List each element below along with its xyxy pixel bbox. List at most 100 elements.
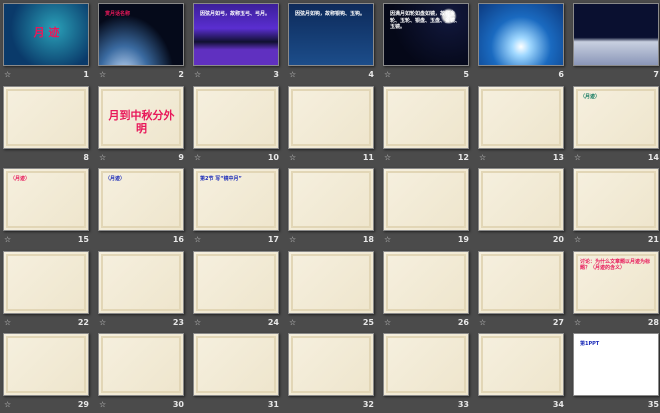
slide-thumbnail-23[interactable]: ☆ 23 — [98, 250, 186, 331]
slide-meta: ☆ 17 — [193, 235, 279, 247]
slide-thumbnail-19[interactable]: ☆ 19 — [383, 168, 471, 248]
slide-preview[interactable]: 讨论：为什么文章题以月迹为标题？（月迹的含义） — [573, 250, 659, 314]
slide-preview[interactable] — [193, 85, 279, 149]
animation-star-icon[interactable]: ☆ — [289, 235, 296, 244]
slide-thumbnail-5[interactable]: 因满月如轮如盘如镜，故称金轮、玉轮、银盘、玉盘、金镜、玉镜。 ☆ 5 — [383, 3, 471, 83]
slide-preview[interactable] — [383, 250, 469, 314]
animation-star-icon[interactable]: ☆ — [384, 153, 391, 162]
slide-number: 7 — [653, 70, 659, 79]
slide-thumbnail-22[interactable]: ☆ 22 — [3, 250, 91, 331]
animation-star-icon[interactable]: ☆ — [384, 235, 391, 244]
slide-preview[interactable]: 因弦月如弓，故称玉弓、弓月。 — [193, 3, 279, 66]
animation-star-icon[interactable]: ☆ — [99, 400, 106, 409]
slide-preview[interactable] — [478, 3, 564, 66]
slide-preview[interactable] — [288, 85, 374, 149]
slide-preview[interactable] — [478, 168, 564, 231]
slide-preview[interactable] — [288, 168, 374, 231]
slide-preview[interactable] — [478, 85, 564, 149]
slide-thumbnail-21[interactable]: ☆ 21 — [573, 168, 660, 248]
animation-star-icon[interactable]: ☆ — [574, 318, 581, 327]
animation-star-icon[interactable]: ☆ — [194, 235, 201, 244]
slide-thumbnail-7[interactable]: 7 — [573, 3, 660, 83]
slide-preview[interactable] — [478, 250, 564, 314]
slide-thumbnail-3[interactable]: 因弦月如弓，故称玉弓、弓月。 ☆ 3 — [193, 3, 281, 83]
animation-star-icon[interactable]: ☆ — [194, 153, 201, 162]
slide-preview[interactable]: （月迹） — [573, 85, 659, 149]
slide-thumbnail-9[interactable]: 月到中秋分外明 ☆ 9 — [98, 85, 186, 166]
slide-preview[interactable] — [573, 168, 659, 231]
slide-preview[interactable] — [288, 250, 374, 314]
slide-thumbnail-18[interactable]: ☆ 18 — [288, 168, 376, 248]
slide-thumbnail-15[interactable]: （月迹） ☆ 15 — [3, 168, 91, 248]
slide-preview[interactable]: 因弦月如钩，故称银钩、玉钩。 — [288, 3, 374, 66]
slide-preview[interactable] — [193, 333, 279, 396]
slide-thumbnail-10[interactable]: ☆ 10 — [193, 85, 281, 166]
animation-star-icon[interactable]: ☆ — [289, 318, 296, 327]
slide-thumbnail-11[interactable]: ☆ 11 — [288, 85, 376, 166]
slide-thumbnail-30[interactable]: ☆ 30 — [98, 333, 186, 413]
slide-preview[interactable] — [98, 250, 184, 314]
slide-preview[interactable]: （月迹） — [3, 168, 89, 231]
slide-preview[interactable]: （月迹） — [98, 168, 184, 231]
animation-star-icon[interactable]: ☆ — [4, 70, 11, 79]
animation-star-icon[interactable]: ☆ — [4, 400, 11, 409]
slide-thumbnail-17[interactable]: 第2节 写“镜中月” ☆ 17 — [193, 168, 281, 248]
slide-preview[interactable] — [3, 333, 89, 396]
animation-star-icon[interactable]: ☆ — [479, 153, 486, 162]
slide-preview[interactable]: 第1PPT — [573, 333, 659, 396]
slide-thumbnail-8[interactable]: 8 — [3, 85, 91, 166]
slide-preview[interactable] — [98, 333, 184, 396]
slide-preview[interactable]: 赏月话名称 — [98, 3, 184, 66]
slide-preview[interactable]: 月到中秋分外明 — [98, 85, 184, 149]
slide-preview[interactable] — [573, 3, 659, 66]
slide-preview[interactable] — [383, 333, 469, 396]
animation-star-icon[interactable]: ☆ — [289, 70, 296, 79]
slide-preview[interactable] — [3, 85, 89, 149]
slide-number: 5 — [463, 70, 469, 79]
slide-thumbnail-16[interactable]: （月迹） 16 — [98, 168, 186, 248]
slide-preview[interactable] — [383, 168, 469, 231]
slide-thumbnail-28[interactable]: 讨论：为什么文章题以月迹为标题？（月迹的含义） ☆ 28 — [573, 250, 660, 331]
slide-thumbnail-27[interactable]: ☆ 27 — [478, 250, 566, 331]
slide-thumbnail-26[interactable]: ☆ 26 — [383, 250, 471, 331]
animation-star-icon[interactable]: ☆ — [194, 318, 201, 327]
animation-star-icon[interactable]: ☆ — [99, 318, 106, 327]
slide-preview[interactable] — [288, 333, 374, 396]
slide-thumbnail-25[interactable]: ☆ 25 — [288, 250, 376, 331]
animation-star-icon[interactable]: ☆ — [194, 70, 201, 79]
animation-star-icon[interactable]: ☆ — [384, 70, 391, 79]
slide-thumbnail-6[interactable]: 6 — [478, 3, 566, 83]
slide-thumbnail-1[interactable]: 月 迹 ☆ 1 — [3, 3, 91, 83]
slide-number: 10 — [267, 152, 279, 162]
slide-meta: 20 — [478, 235, 564, 247]
slide-preview[interactable] — [3, 250, 89, 314]
animation-star-icon[interactable]: ☆ — [99, 153, 106, 162]
animation-star-icon[interactable]: ☆ — [574, 235, 581, 244]
slide-thumbnail-31[interactable]: 31 — [193, 333, 281, 413]
animation-star-icon[interactable]: ☆ — [4, 235, 11, 244]
animation-star-icon[interactable]: ☆ — [479, 318, 486, 327]
slide-thumbnail-24[interactable]: ☆ 24 — [193, 250, 281, 331]
slide-preview[interactable] — [193, 250, 279, 314]
slide-thumbnail-20[interactable]: 20 — [478, 168, 566, 248]
slide-thumbnail-34[interactable]: 34 — [478, 333, 566, 413]
slide-preview[interactable]: 月 迹 — [3, 3, 89, 66]
slide-preview[interactable]: 因满月如轮如盘如镜，故称金轮、玉轮、银盘、玉盘、金镜、玉镜。 — [383, 3, 469, 66]
slide-thumbnail-35[interactable]: 第1PPT 35 — [573, 333, 660, 413]
slide-thumbnail-14[interactable]: （月迹） ☆ 14 — [573, 85, 660, 166]
slide-thumbnail-29[interactable]: ☆ 29 — [3, 333, 91, 413]
slide-thumbnail-2[interactable]: 赏月话名称 ☆ 2 — [98, 3, 186, 83]
slide-thumbnail-12[interactable]: ☆ 12 — [383, 85, 471, 166]
slide-thumbnail-4[interactable]: 因弦月如钩，故称银钩、玉钩。 ☆ 4 — [288, 3, 376, 83]
slide-thumbnail-33[interactable]: 33 — [383, 333, 471, 413]
animation-star-icon[interactable]: ☆ — [574, 153, 581, 162]
animation-star-icon[interactable]: ☆ — [384, 318, 391, 327]
animation-star-icon[interactable]: ☆ — [289, 153, 296, 162]
slide-thumbnail-13[interactable]: ☆ 13 — [478, 85, 566, 166]
slide-preview[interactable] — [478, 333, 564, 396]
slide-thumbnail-32[interactable]: 32 — [288, 333, 376, 413]
animation-star-icon[interactable]: ☆ — [99, 70, 106, 79]
animation-star-icon[interactable]: ☆ — [4, 318, 11, 327]
slide-preview[interactable] — [383, 85, 469, 149]
slide-preview[interactable]: 第2节 写“镜中月” — [193, 168, 279, 231]
